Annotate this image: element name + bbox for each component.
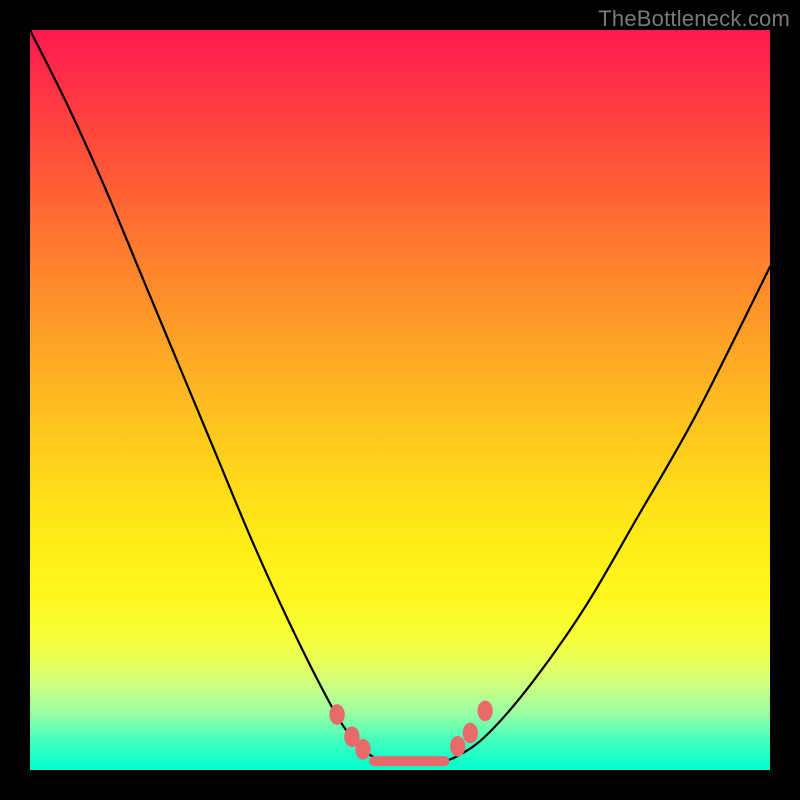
plot-area bbox=[30, 30, 770, 770]
curve-marker bbox=[355, 739, 370, 760]
curve-marker bbox=[450, 736, 465, 757]
curve-marker bbox=[463, 723, 478, 744]
curve-marker bbox=[344, 726, 359, 747]
curve-marker bbox=[329, 704, 344, 725]
bottleneck-curve bbox=[30, 30, 770, 770]
curve-marker bbox=[477, 700, 492, 721]
chart-frame: TheBottleneck.com bbox=[0, 0, 800, 800]
watermark-text: TheBottleneck.com bbox=[598, 6, 790, 32]
